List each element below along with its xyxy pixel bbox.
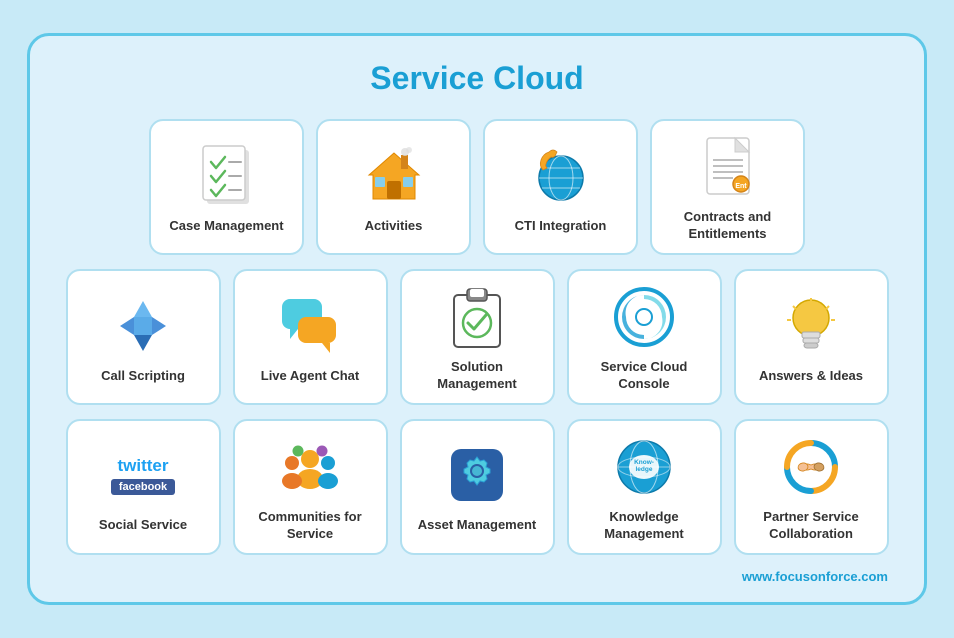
partner-service-collaboration-icon [777, 433, 845, 501]
answers-ideas-icon [777, 292, 845, 360]
footer: www.focusonforce.com [58, 569, 896, 584]
card-asset-management[interactable]: Asset Management [400, 419, 555, 555]
contracts-entitlements-label: Contracts and Entitlements [660, 209, 795, 243]
activities-icon [360, 142, 428, 210]
asset-management-label: Asset Management [418, 517, 536, 534]
case-management-icon [193, 142, 261, 210]
cti-integration-icon [527, 142, 595, 210]
service-cloud-console-icon [610, 283, 678, 351]
solution-management-icon [443, 283, 511, 351]
cti-integration-label: CTI Integration [515, 218, 607, 235]
call-scripting-label: Call Scripting [101, 368, 185, 385]
card-solution-management[interactable]: Solution Management [400, 269, 555, 405]
main-container: Service Cloud Case Managemen [27, 33, 927, 604]
card-knowledge-management[interactable]: Know- ledge Knowledge Management [567, 419, 722, 555]
card-activities[interactable]: Activities [316, 119, 471, 255]
svg-text:Know-: Know- [634, 459, 654, 466]
service-cloud-console-label: Service Cloud Console [577, 359, 712, 393]
answers-ideas-label: Answers & Ideas [759, 368, 863, 385]
card-partner-service-collaboration[interactable]: Partner Service Collaboration [734, 419, 889, 555]
call-scripting-icon [109, 292, 177, 360]
facebook-badge: facebook [111, 479, 175, 495]
solution-management-label: Solution Management [410, 359, 545, 393]
live-agent-chat-label: Live Agent Chat [261, 368, 359, 385]
svg-text:ledge: ledge [636, 466, 653, 473]
card-answers-ideas[interactable]: Answers & Ideas [734, 269, 889, 405]
communities-service-label: Communities for Service [243, 509, 378, 543]
card-case-management[interactable]: Case Management [149, 119, 304, 255]
live-agent-chat-icon [276, 292, 344, 360]
knowledge-management-label: Knowledge Management [577, 509, 712, 543]
card-communities-service[interactable]: Communities for Service [233, 419, 388, 555]
row-2: Call Scripting Live Agent Chat [58, 269, 896, 405]
partner-service-collaboration-label: Partner Service Collaboration [744, 509, 879, 543]
svg-text:Ent: Ent [735, 183, 747, 190]
social-service-label: Social Service [99, 517, 187, 534]
case-management-label: Case Management [169, 218, 283, 235]
row-3: twitter facebook Social Service [58, 419, 896, 555]
card-service-cloud-console[interactable]: Service Cloud Console [567, 269, 722, 405]
card-live-agent-chat[interactable]: Live Agent Chat [233, 269, 388, 405]
communities-service-icon [276, 433, 344, 501]
twitter-logo: twitter [118, 456, 169, 476]
social-service-icon: twitter facebook [109, 441, 177, 509]
activities-label: Activities [365, 218, 423, 235]
card-call-scripting[interactable]: Call Scripting [66, 269, 221, 405]
card-contracts-entitlements[interactable]: Ent Contracts and Entitlements [650, 119, 805, 255]
card-social-service[interactable]: twitter facebook Social Service [66, 419, 221, 555]
asset-management-icon [443, 441, 511, 509]
row-1: Case Management Act [58, 119, 896, 255]
knowledge-management-icon: Know- ledge [610, 433, 678, 501]
card-cti-integration[interactable]: CTI Integration [483, 119, 638, 255]
page-title: Service Cloud [58, 60, 896, 97]
contracts-entitlements-icon: Ent [694, 133, 762, 201]
